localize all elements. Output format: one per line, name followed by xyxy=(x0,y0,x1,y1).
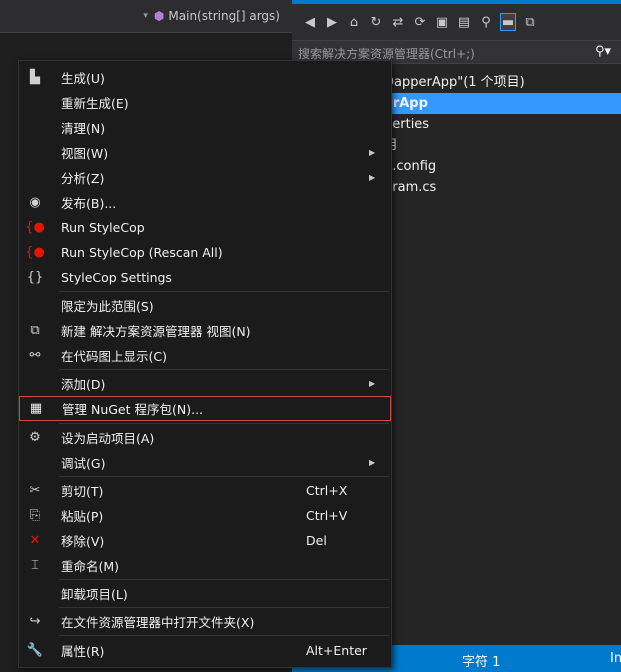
submenu-arrow-icon: ▶ xyxy=(369,379,376,388)
stylecop-icon: {● xyxy=(25,245,45,260)
menu-item-build[interactable]: ▙ 生成(U) xyxy=(19,65,391,90)
menu-item-view[interactable]: 视图(W) ▶ xyxy=(19,140,391,165)
submenu-arrow-icon: ▶ xyxy=(369,458,376,467)
rename-icon: ⌶ xyxy=(31,558,39,573)
menu-separator xyxy=(59,423,389,424)
solution-toolbar: ◀ ▶ ⌂ ↻ ⇄ ⟳ ▣ ▤ ⚲ ▬ ⧉ xyxy=(292,4,621,40)
menu-separator xyxy=(59,635,389,636)
remove-icon: ✕ xyxy=(29,533,41,548)
menu-item-analyze[interactable]: 分析(Z) ▶ xyxy=(19,165,391,190)
menu-item-publish[interactable]: ◉ 发布(B)... xyxy=(19,190,391,215)
menu-item-add[interactable]: 添加(D) ▶ xyxy=(19,371,391,396)
menu-separator xyxy=(59,476,389,477)
status-char-position: 字符 1 xyxy=(462,655,501,670)
menu-item-new-explorer-view[interactable]: ⧉ 新建 解决方案资源管理器 视图(N) xyxy=(19,318,391,343)
menu-item-run-stylecop-rescan[interactable]: {● Run StyleCop (Rescan All) xyxy=(19,240,391,265)
forward-icon[interactable]: ▶ xyxy=(324,13,340,31)
paste-icon: ⎘ xyxy=(29,508,41,523)
submenu-arrow-icon: ▶ xyxy=(369,148,376,157)
new-view-icon: ⧉ xyxy=(30,323,40,338)
stylecop-icon: {● xyxy=(25,220,45,235)
menu-item-stylecop-settings[interactable]: {} StyleCop Settings xyxy=(19,265,391,290)
menu-separator xyxy=(59,579,389,580)
menu-item-remove[interactable]: ✕ 移除(V) Del xyxy=(19,528,391,553)
shortcut-label: Ctrl+X xyxy=(306,483,348,498)
build-icon: ▙ xyxy=(30,70,40,85)
menu-item-run-stylecop[interactable]: {● Run StyleCop xyxy=(19,215,391,240)
menu-item-show-on-code-map[interactable]: ⚯ 在代码图上显示(C) xyxy=(19,343,391,368)
menu-item-cut[interactable]: ✂ 剪切(T) Ctrl+X xyxy=(19,478,391,503)
refresh-icon[interactable]: ⟳ xyxy=(412,13,428,31)
wrench-icon: 🔧 xyxy=(26,643,44,658)
show-all-files-icon[interactable]: ▤ xyxy=(456,13,472,31)
member-dropdown[interactable]: ▾ ⬢ Main(string[] args) xyxy=(143,9,280,23)
menu-item-properties[interactable]: 🔧 属性(R) Alt+Enter xyxy=(19,638,391,663)
publish-icon: ◉ xyxy=(29,195,41,210)
home-icon[interactable]: ⌂ xyxy=(346,13,362,31)
class-diagram-icon[interactable]: ⧉ xyxy=(522,13,538,31)
open-folder-icon: ↪ xyxy=(29,614,41,629)
menu-separator xyxy=(59,369,389,370)
menu-item-debug[interactable]: 调试(G) ▶ xyxy=(19,450,391,475)
menu-separator xyxy=(59,607,389,608)
back-icon[interactable]: ◀ xyxy=(302,13,318,31)
properties-icon[interactable]: ⚲ xyxy=(478,13,494,31)
braces-icon: {} xyxy=(26,270,44,285)
collapse-all-icon[interactable]: ▣ xyxy=(434,13,450,31)
submenu-arrow-icon: ▶ xyxy=(369,173,376,182)
menu-item-unload-project[interactable]: 卸载项目(L) xyxy=(19,581,391,606)
shortcut-label: Ctrl+V xyxy=(306,508,348,523)
pending-changes-icon[interactable]: ↻ xyxy=(368,13,384,31)
menu-separator xyxy=(59,291,389,292)
shortcut-label: Alt+Enter xyxy=(306,643,367,658)
search-icon[interactable]: ⚲▾ xyxy=(595,44,611,59)
shortcut-label: Del xyxy=(306,533,327,548)
context-menu: ▙ 生成(U) 重新生成(E) 清理(N) 视图(W) ▶ 分析(Z) ▶ ◉ … xyxy=(18,60,392,668)
menu-item-paste[interactable]: ⎘ 粘贴(P) Ctrl+V xyxy=(19,503,391,528)
sync-icon[interactable]: ⇄ xyxy=(390,13,406,31)
method-icon: ⬢ xyxy=(153,9,165,23)
member-dropdown-label: Main(string[] args) xyxy=(168,9,280,23)
menu-item-rebuild[interactable]: 重新生成(E) xyxy=(19,90,391,115)
menu-item-open-in-explorer[interactable]: ↪ 在文件资源管理器中打开文件夹(X) xyxy=(19,609,391,634)
menu-item-manage-nuget[interactable]: ▦ 管理 NuGet 程序包(N)... xyxy=(19,396,391,421)
preview-icon[interactable]: ▬ xyxy=(500,13,516,31)
nuget-icon: ▦ xyxy=(29,401,43,416)
menu-item-set-startup[interactable]: ⚙ 设为启动项目(A) xyxy=(19,425,391,450)
menu-item-scope-to-this[interactable]: 限定为此范围(S) xyxy=(19,293,391,318)
gear-icon: ⚙ xyxy=(29,430,41,445)
search-placeholder: 搜索解决方案资源管理器(Ctrl+;) xyxy=(298,47,475,61)
editor-navigation-bar: ▾ ⬢ Main(string[] args) xyxy=(0,0,292,33)
code-map-icon: ⚯ xyxy=(29,348,41,363)
status-insert-mode: In xyxy=(610,651,621,666)
scissors-icon: ✂ xyxy=(29,483,41,498)
menu-item-clean[interactable]: 清理(N) xyxy=(19,115,391,140)
menu-item-rename[interactable]: ⌶ 重命名(M) xyxy=(19,553,391,578)
chevron-down-icon: ▾ xyxy=(143,11,148,21)
